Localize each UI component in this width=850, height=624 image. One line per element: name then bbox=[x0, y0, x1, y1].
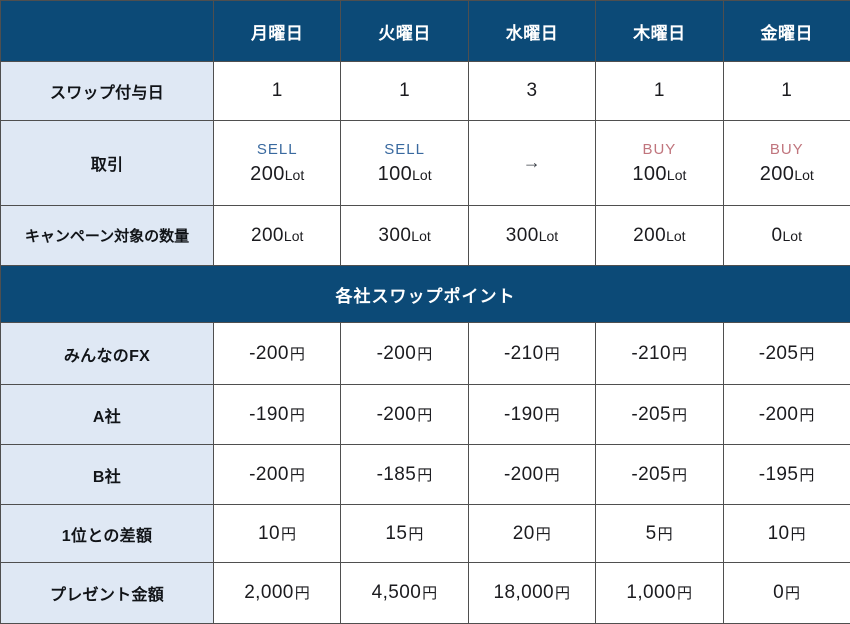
trade-quantity: 100Lot bbox=[341, 163, 467, 186]
cell-swap-day-tuesday: 1 bbox=[341, 62, 468, 121]
cell-present-monday: 2,000円 bbox=[214, 563, 341, 624]
cell-diff-friday: 10円 bbox=[723, 505, 850, 563]
row-label-minna-fx: みんなのFX bbox=[1, 323, 214, 385]
header-day-friday: 金曜日 bbox=[723, 1, 850, 62]
cell-company-b-tuesday: -185円 bbox=[341, 445, 468, 505]
row-label-trade: 取引 bbox=[1, 121, 214, 206]
cell-campaign-target-thursday: 200Lot bbox=[596, 206, 723, 266]
cell-trade-monday: SELL 200Lot bbox=[214, 121, 341, 206]
cell-company-b-friday: -195円 bbox=[723, 445, 850, 505]
cell-diff-monday: 10円 bbox=[214, 505, 341, 563]
table-row-present-amount: プレゼント金額 2,000円 4,500円 18,000円 1,000円 0円 bbox=[1, 563, 850, 624]
swap-comparison-table: 月曜日 火曜日 水曜日 木曜日 金曜日 スワップ付与日 1 1 3 1 1 取引… bbox=[0, 0, 850, 624]
cell-trade-tuesday: SELL 100Lot bbox=[341, 121, 468, 206]
trade-side-label: SELL bbox=[214, 140, 340, 160]
trade-quantity: 200Lot bbox=[724, 163, 850, 186]
cell-company-a-tuesday: -200円 bbox=[341, 385, 468, 445]
cell-diff-tuesday: 15円 bbox=[341, 505, 468, 563]
trade-quantity: 100Lot bbox=[596, 163, 722, 186]
cell-company-b-thursday: -205円 bbox=[596, 445, 723, 505]
table-header-row: 月曜日 火曜日 水曜日 木曜日 金曜日 bbox=[1, 1, 850, 62]
cell-trade-friday: BUY 200Lot bbox=[723, 121, 850, 206]
row-label-diff-from-first: 1位との差額 bbox=[1, 505, 214, 563]
cell-present-thursday: 1,000円 bbox=[596, 563, 723, 624]
cell-campaign-target-wednesday: 300Lot bbox=[468, 206, 595, 266]
cell-company-a-monday: -190円 bbox=[214, 385, 341, 445]
cell-minna-fx-friday: -205円 bbox=[723, 323, 850, 385]
cell-company-a-friday: -200円 bbox=[723, 385, 850, 445]
cell-campaign-target-monday: 200Lot bbox=[214, 206, 341, 266]
trade-quantity: 200Lot bbox=[214, 163, 340, 186]
cell-campaign-target-tuesday: 300Lot bbox=[341, 206, 468, 266]
row-label-campaign-target: キャンペーン対象の数量 bbox=[1, 206, 214, 266]
trade-side-label: SELL bbox=[341, 140, 467, 160]
cell-swap-day-thursday: 1 bbox=[596, 62, 723, 121]
cell-trade-wednesday: → bbox=[468, 121, 595, 206]
trade-side-label: BUY bbox=[596, 140, 722, 160]
cell-minna-fx-thursday: -210円 bbox=[596, 323, 723, 385]
table-row-company-b: B社 -200円 -185円 -200円 -205円 -195円 bbox=[1, 445, 850, 505]
row-label-swap-day: スワップ付与日 bbox=[1, 62, 214, 121]
cell-trade-thursday: BUY 100Lot bbox=[596, 121, 723, 206]
row-label-present-amount: プレゼント金額 bbox=[1, 563, 214, 624]
cell-diff-wednesday: 20円 bbox=[468, 505, 595, 563]
cell-swap-day-monday: 1 bbox=[214, 62, 341, 121]
row-label-company-a: A社 bbox=[1, 385, 214, 445]
table-row-minna-fx: みんなのFX -200円 -200円 -210円 -210円 -205円 bbox=[1, 323, 850, 385]
cell-swap-day-wednesday: 3 bbox=[468, 62, 595, 121]
row-label-company-b: B社 bbox=[1, 445, 214, 505]
cell-present-tuesday: 4,500円 bbox=[341, 563, 468, 624]
table-row-section-banner: 各社スワップポイント bbox=[1, 266, 850, 323]
header-day-thursday: 木曜日 bbox=[596, 1, 723, 62]
trade-side-label: BUY bbox=[724, 140, 850, 160]
table-row-swap-day: スワップ付与日 1 1 3 1 1 bbox=[1, 62, 850, 121]
table-row-diff-from-first: 1位との差額 10円 15円 20円 5円 10円 bbox=[1, 505, 850, 563]
cell-company-a-wednesday: -190円 bbox=[468, 385, 595, 445]
header-day-tuesday: 火曜日 bbox=[341, 1, 468, 62]
header-corner-cell bbox=[1, 1, 214, 62]
cell-company-b-wednesday: -200円 bbox=[468, 445, 595, 505]
cell-minna-fx-wednesday: -210円 bbox=[468, 323, 595, 385]
table-row-company-a: A社 -190円 -200円 -190円 -205円 -200円 bbox=[1, 385, 850, 445]
cell-minna-fx-tuesday: -200円 bbox=[341, 323, 468, 385]
cell-present-friday: 0円 bbox=[723, 563, 850, 624]
right-arrow-icon: → bbox=[523, 152, 541, 172]
cell-present-wednesday: 18,000円 bbox=[468, 563, 595, 624]
cell-swap-day-friday: 1 bbox=[723, 62, 850, 121]
cell-diff-thursday: 5円 bbox=[596, 505, 723, 563]
table-row-campaign-target: キャンペーン対象の数量 200Lot 300Lot 300Lot 200Lot … bbox=[1, 206, 850, 266]
cell-company-b-monday: -200円 bbox=[214, 445, 341, 505]
header-day-monday: 月曜日 bbox=[214, 1, 341, 62]
table-row-trade: 取引 SELL 200Lot SELL 100Lot → BUY 100Lot … bbox=[1, 121, 850, 206]
header-day-wednesday: 水曜日 bbox=[468, 1, 595, 62]
cell-campaign-target-friday: 0Lot bbox=[723, 206, 850, 266]
cell-company-a-thursday: -205円 bbox=[596, 385, 723, 445]
section-banner-swap-points: 各社スワップポイント bbox=[1, 266, 850, 323]
cell-minna-fx-monday: -200円 bbox=[214, 323, 341, 385]
